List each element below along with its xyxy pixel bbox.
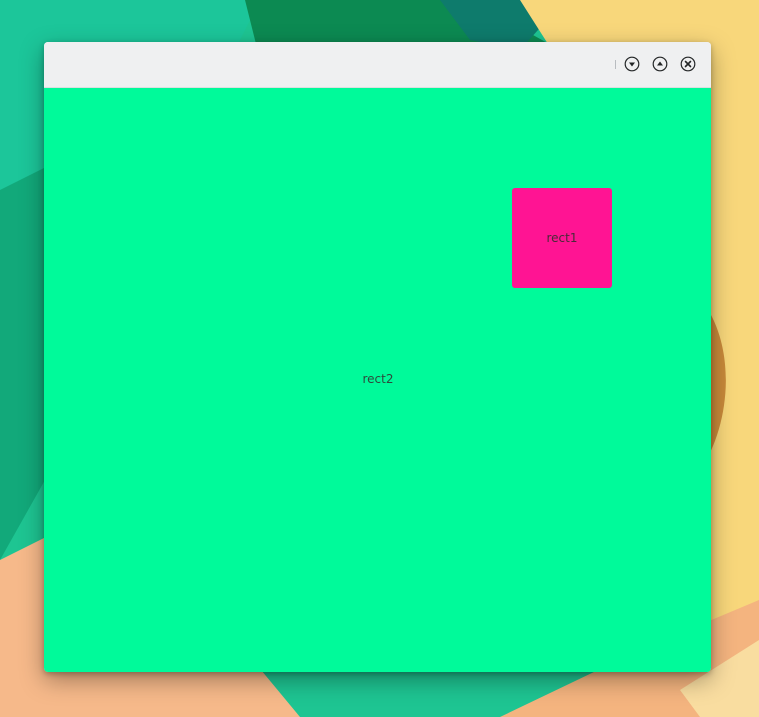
maximize-button[interactable] <box>652 56 668 72</box>
desktop-wallpaper: rect2 rect1 <box>0 0 759 717</box>
rect2-label: rect2 <box>362 372 394 386</box>
window-titlebar[interactable] <box>44 42 711 88</box>
rect1-box[interactable]: rect1 <box>512 188 612 288</box>
rect1-label: rect1 <box>546 231 578 245</box>
app-window: rect2 rect1 <box>44 42 711 672</box>
titlebar-separator <box>615 60 616 69</box>
close-circle-icon <box>680 56 696 72</box>
chevron-up-circle-icon <box>652 56 668 72</box>
rect2-area: rect2 <box>44 88 711 672</box>
window-client-area: rect2 rect1 <box>44 88 711 672</box>
minimize-button[interactable] <box>624 56 640 72</box>
chevron-down-circle-icon <box>624 56 640 72</box>
close-button[interactable] <box>680 56 696 72</box>
